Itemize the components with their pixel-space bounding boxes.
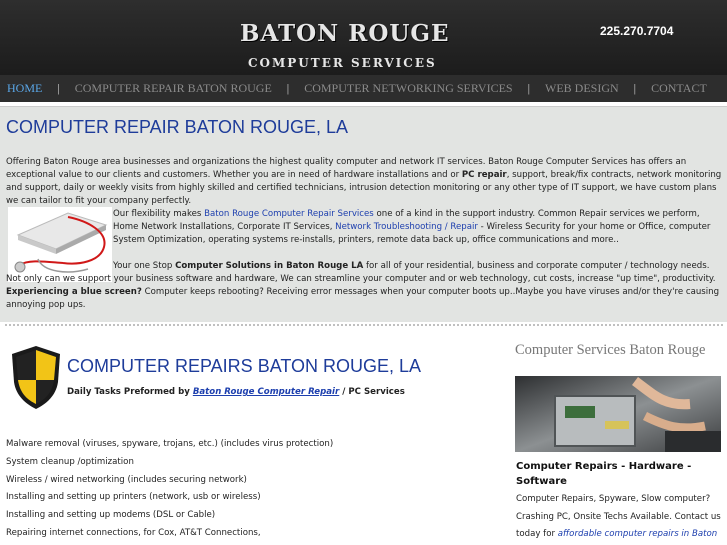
dotted-divider <box>4 323 724 327</box>
logo-title[interactable]: BATON ROUGE <box>240 20 450 47</box>
nav-separator: | <box>527 81 530 95</box>
task-list: Malware removal (viruses, spyware, troja… <box>6 436 333 543</box>
repair-services-link[interactable]: Baton Rouge Computer Repair Services <box>204 209 374 219</box>
nav-computer-repair[interactable]: COMPUTER REPAIR BATON ROUGE <box>75 81 272 96</box>
list-item: Malware removal (viruses, spyware, troja… <box>6 439 334 449</box>
logo-subtitle[interactable]: COMPUTER SERVICES <box>248 56 437 70</box>
computer-repair-link[interactable]: Baton Rouge Computer Repair <box>193 387 339 397</box>
nav-separator: | <box>57 81 60 95</box>
italic-link[interactable]: affordable computer repairs in Baton <box>558 529 718 539</box>
sidebar-heading: Computer Repairs - Hardware - Software <box>516 461 692 487</box>
text: Daily Tasks Preformed by <box>67 387 193 397</box>
nav-contact[interactable]: CONTACT <box>651 81 707 96</box>
nav-networking[interactable]: COMPUTER NETWORKING SERVICES <box>304 81 512 96</box>
main-nav: HOME | COMPUTER REPAIR BATON ROUGE | COM… <box>0 75 727 102</box>
nav-separator: | <box>633 81 637 95</box>
text: / PC Services <box>339 387 405 397</box>
bold-text: PC repair <box>461 170 507 180</box>
site-header: BATON ROUGE COMPUTER SERVICES 225.270.77… <box>0 0 727 75</box>
page-title: COMPUTER REPAIR BATON ROUGE, LA <box>6 117 349 137</box>
list-item: Wireless / wired networking (includes se… <box>6 474 247 485</box>
sidebar-text: Computer Repairs, Spyware, Slow computer… <box>516 491 722 544</box>
list-item: Repairing internet connections, for Cox,… <box>6 527 261 538</box>
network-troubleshooting-link[interactable]: Network Troubleshooting / Repair <box>335 222 478 232</box>
section-title: COMPUTER REPAIRS BATON ROUGE, LA <box>67 356 422 376</box>
intro-paragraph: Offering Baton Rouge area businesses and… <box>6 156 722 208</box>
bold-text: Computer Solutions in Baton Rouge LA <box>175 261 364 271</box>
list-item: System cleanup /optimization <box>6 456 134 467</box>
list-item: Installing and setting up modems (DSL or… <box>6 510 216 521</box>
list-item: Installing and setting up printers (netw… <box>6 492 261 503</box>
services-paragraph: Our flexibility makes Baton Rouge Comput… <box>113 208 713 247</box>
intro-section: COMPUTER REPAIR BATON ROUGE, LA Offering… <box>0 106 727 322</box>
nav-separator: | <box>286 81 290 95</box>
text: Your one Stop <box>113 261 176 271</box>
phone-number: 225.270.7704 <box>600 24 674 38</box>
nav-web-design[interactable]: WEB DESIGN <box>545 81 619 96</box>
nav-home[interactable]: HOME <box>7 81 42 96</box>
one-stop-paragraph: Your one Stop Computer Solutions in Bato… <box>6 260 722 312</box>
daily-tasks-heading: Daily Tasks Preformed by Baton Rouge Com… <box>67 387 405 397</box>
sidebar-title: Computer Services Baton Rouge <box>515 342 706 358</box>
computer-hardware-photo[interactable] <box>515 376 721 452</box>
text: Our flexibility makes <box>113 209 205 219</box>
shield-icon <box>6 342 66 412</box>
bold-text: Experiencing a blue screen? <box>6 287 142 297</box>
